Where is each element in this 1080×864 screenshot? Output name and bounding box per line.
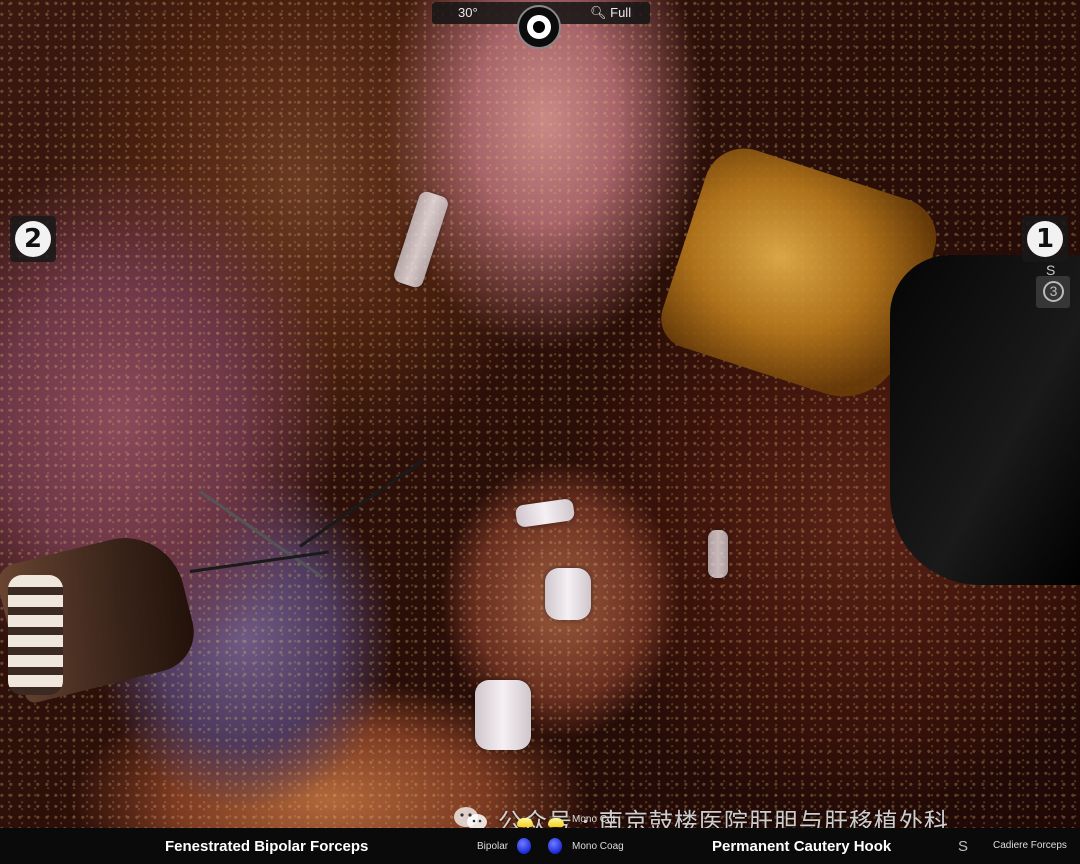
surgical-clip [475,680,531,750]
mono-coag-pedal-icon [548,838,562,854]
surgical-clip [545,568,591,620]
endoscopic-view [0,0,1080,864]
standby-arm-number: 3 [1043,281,1064,302]
scope-angle-indicator: 30° [458,5,478,20]
arm-number: 1 [1027,221,1063,257]
mono-coag-label: Mono Coag [572,841,624,852]
surgical-clip [708,530,728,578]
camera-icon[interactable] [517,5,561,49]
pedal-indicator-icon [517,818,533,827]
left-instrument-name: Fenestrated Bipolar Forceps [165,838,369,855]
zoom-mode-label: Full [610,5,632,20]
right-arm-badge: 1 [1022,216,1068,262]
pedal-indicator-icon [548,818,564,827]
right-instrument-name: Permanent Cautery Hook [712,838,892,855]
arm-number: 2 [15,221,51,257]
camera-lens-ring [527,15,551,39]
magnifier-icon: 🔍︎ [590,5,607,20]
standby-arm-badge: 3 [1036,276,1070,308]
camera-lens [533,21,545,33]
right-swap-indicator: S [958,838,969,855]
zoom-mode-indicator: 🔍︎ Full [590,4,631,22]
bipolar-pedal-icon [517,838,531,854]
left-pedal-label: Bipolar [477,841,509,852]
standby-instrument-name: Cadiere Forceps [993,840,1067,851]
forceps-jaw [8,575,63,695]
instrument-status-bar [0,828,1080,864]
left-arm-badge: 2 [10,216,56,262]
mono-cut-label: Mono Cut [572,814,616,825]
